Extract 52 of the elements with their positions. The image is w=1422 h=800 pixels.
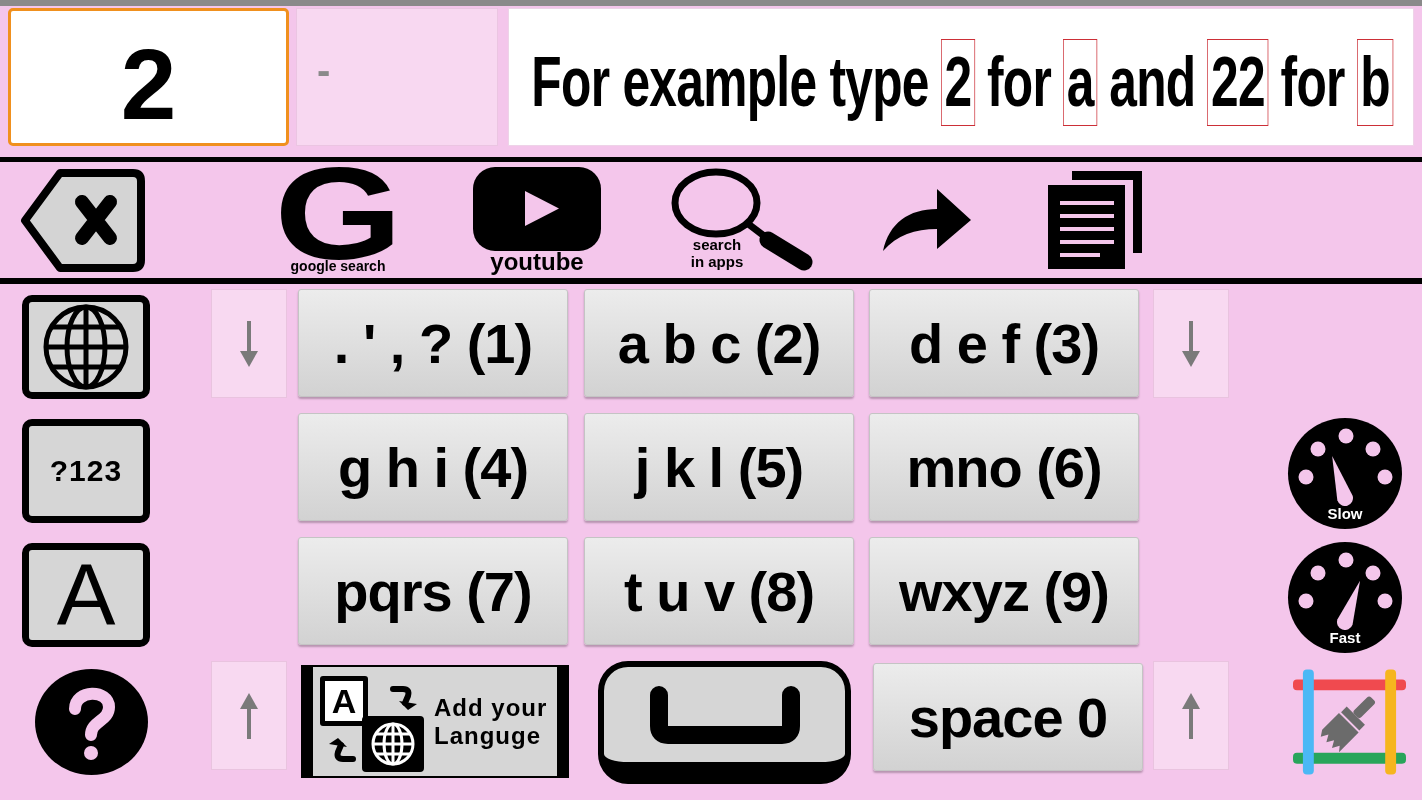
highlighted-text: 2 <box>941 38 976 126</box>
help-icon <box>35 669 148 775</box>
arrow-up-icon <box>1180 692 1202 739</box>
help-button[interactable] <box>33 669 150 775</box>
globe-button[interactable] <box>22 295 150 399</box>
scroll-down-button[interactable] <box>1153 289 1229 398</box>
fast-speed-button[interactable]: Fast <box>1288 542 1402 653</box>
arrow-down-icon <box>1180 320 1202 367</box>
letter-key[interactable]: g h i (4) <box>298 413 568 521</box>
space-bar-button[interactable] <box>598 661 851 784</box>
search-icon <box>671 168 813 272</box>
backspace-button[interactable] <box>20 167 146 273</box>
hint-text: For example type <box>530 41 931 123</box>
play-icon <box>473 167 601 251</box>
slow-speed-button[interactable]: Slow <box>1288 418 1402 529</box>
highlighted-text: 22 <box>1207 38 1269 126</box>
letter-key[interactable]: wxyz (9) <box>869 537 1139 645</box>
add-language-button[interactable]: A Add your Languge <box>301 665 569 778</box>
hint-text: and <box>1108 41 1197 123</box>
space-key[interactable]: space 0 <box>873 663 1143 771</box>
letter-key[interactable]: mno (6) <box>869 413 1139 521</box>
letter-key[interactable]: d e f (3) <box>869 289 1139 397</box>
highlighted-text: a <box>1063 38 1098 126</box>
scroll-up-button[interactable] <box>211 661 287 770</box>
youtube-button[interactable]: youtube <box>473 167 601 273</box>
letter-key[interactable]: . ' , ? (1) <box>298 289 568 397</box>
backspace-icon <box>20 167 146 273</box>
arrow-down-icon <box>238 320 260 367</box>
scroll-up-button[interactable] <box>1153 661 1229 770</box>
share-arrow-icon <box>883 187 971 253</box>
highlighted-text: b <box>1357 38 1394 126</box>
brush-frame-icon <box>1293 669 1406 775</box>
letter-key[interactable]: t u v (8) <box>584 537 854 645</box>
letter-case-key[interactable]: A <box>22 543 150 647</box>
symbols-key[interactable]: ?123 <box>22 419 150 523</box>
share-button[interactable] <box>883 187 971 253</box>
space-bar-icon <box>649 685 800 744</box>
hint-text: for <box>1279 41 1347 123</box>
globe-tile-icon <box>362 715 424 772</box>
scroll-down-button[interactable] <box>211 289 287 398</box>
copy-button[interactable] <box>1048 171 1142 269</box>
search-in-apps-button[interactable]: search in apps <box>671 168 813 272</box>
clear-button[interactable] <box>1293 669 1406 775</box>
letter-tile: A <box>320 675 368 726</box>
letter-key[interactable]: pqrs (7) <box>298 537 568 645</box>
copy-icon <box>1048 171 1142 269</box>
input-field[interactable]: 2 <box>8 8 289 146</box>
letter-key[interactable]: j k l (5) <box>584 413 854 521</box>
letter-key[interactable]: a b c (2) <box>584 289 854 397</box>
hint-text: for <box>986 41 1053 123</box>
preview-field: - <box>296 8 498 146</box>
arrow-up-icon <box>238 692 260 739</box>
